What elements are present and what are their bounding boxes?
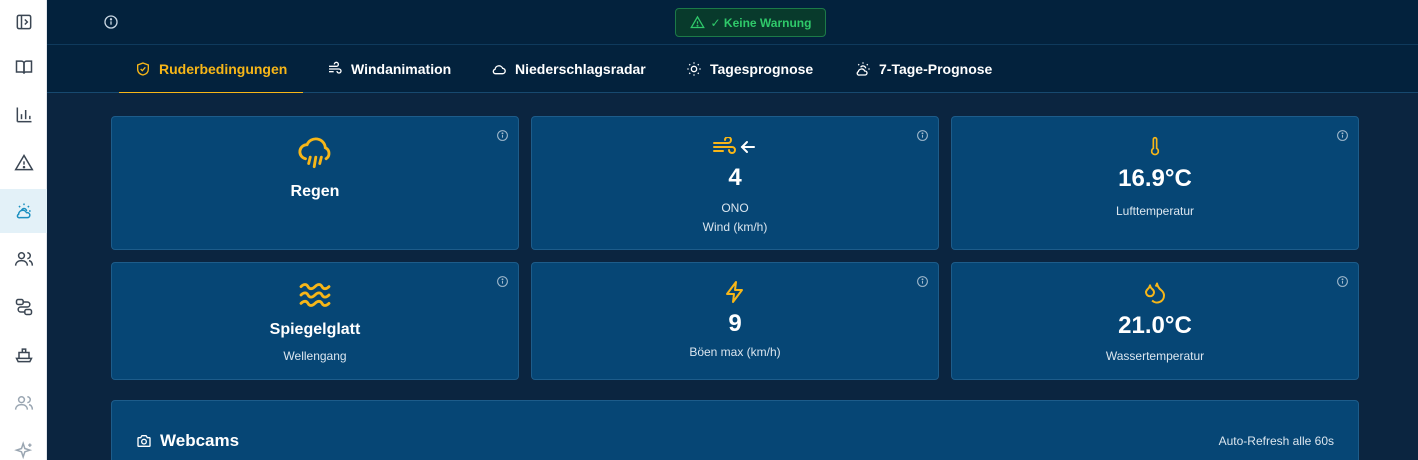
info-icon[interactable] — [1336, 275, 1349, 288]
info-icon[interactable] — [103, 14, 119, 30]
tab-bar: Ruderbedingungen Windanimation Niedersch… — [47, 45, 1418, 94]
tab-label: Windanimation — [351, 60, 452, 77]
camera-icon — [137, 435, 151, 447]
tab-label: Ruderbedingungen — [159, 60, 288, 77]
tab-ruderbedingungen[interactable]: Ruderbedingungen — [118, 45, 304, 94]
tab-7-tage-prognose[interactable]: 7-Tage-Prognose — [855, 45, 992, 92]
sidebar-item-weather[interactable] — [0, 189, 47, 233]
lightning-icon — [726, 281, 743, 303]
route-icon — [15, 298, 32, 316]
waves-label: Wellengang — [283, 349, 347, 363]
webcams-title: Webcams — [136, 431, 239, 451]
info-icon[interactable] — [916, 129, 929, 142]
sidebar-toggle-button[interactable] — [0, 0, 47, 44]
water-temperature-card: 21.0°C Wassertemperatur — [951, 262, 1359, 380]
waves-card: Spiegelglatt Wellengang — [111, 262, 519, 380]
sidebar-item-groups[interactable] — [0, 381, 47, 425]
wind-speed-value: 4 — [728, 164, 742, 191]
bar-chart-icon — [16, 107, 31, 123]
webcams-title-text: Webcams — [160, 431, 240, 450]
webcams-section: Webcams Auto-Refresh alle 60s — [111, 400, 1359, 460]
sidebar-item-ai[interactable] — [0, 429, 47, 460]
tab-windanimation[interactable]: Windanimation — [327, 45, 451, 92]
wind-icon — [329, 61, 342, 74]
sidebar-item-members[interactable] — [0, 237, 47, 281]
sidebar-item-stats[interactable] — [0, 93, 47, 137]
gusts-label: Böen max (km/h) — [689, 345, 781, 359]
top-bar: ✓ Keine Warnung — [47, 0, 1418, 45]
tab-tagesprognose[interactable]: Tagesprognose — [686, 45, 813, 92]
sidebar-item-routes[interactable] — [0, 285, 47, 329]
weather-condition-value: Regen — [290, 183, 340, 200]
info-icon[interactable] — [496, 129, 509, 142]
cloud-icon — [492, 64, 506, 74]
warning-status-label: ✓ Keine Warnung — [710, 15, 812, 30]
warning-status-badge[interactable]: ✓ Keine Warnung — [675, 8, 826, 37]
group-icon — [14, 396, 33, 410]
tab-niederschlagsradar[interactable]: Niederschlagsradar — [491, 45, 646, 92]
info-icon[interactable] — [916, 275, 929, 288]
panel-toggle-icon — [16, 14, 31, 30]
sidebar-item-warnings[interactable] — [0, 141, 47, 185]
water-temperature-label: Wassertemperatur — [1105, 349, 1205, 363]
droplets-icon — [1145, 282, 1166, 304]
warning-icon — [13, 154, 34, 171]
info-icon[interactable] — [1336, 129, 1349, 142]
gusts-value: 9 — [728, 310, 742, 337]
wind-card: 4 ONO Wind (km/h) — [531, 116, 939, 250]
conditions-panel: Regen 4 ONO Wind (km/h) 16.9°C Lufttempe… — [47, 93, 1418, 460]
thermometer-icon — [1150, 136, 1160, 156]
sidebar — [0, 0, 47, 460]
weather-condition-card: Regen — [111, 116, 519, 250]
wind-direction-icon — [713, 137, 755, 154]
wind-unit-label: Wind (km/h) — [702, 220, 768, 234]
sidebar-item-docs[interactable] — [0, 45, 47, 89]
warning-triangle-icon — [689, 15, 705, 29]
tab-label: Tagesprognose — [710, 60, 814, 77]
boat-icon — [14, 348, 33, 363]
gusts-card: 9 Böen max (km/h) — [531, 262, 939, 380]
info-icon[interactable] — [496, 275, 509, 288]
air-temperature-value: 16.9°C — [1118, 165, 1192, 192]
users-icon — [14, 252, 33, 266]
air-temperature-card: 16.9°C Lufttemperatur — [951, 116, 1359, 250]
tab-label: Niederschlagsradar — [515, 60, 646, 77]
waves-icon — [299, 283, 331, 307]
shield-check-icon — [137, 61, 149, 76]
weather-icon — [16, 203, 31, 219]
sidebar-item-boats[interactable] — [0, 333, 47, 377]
waves-value: Spiegelglatt — [269, 321, 361, 338]
water-temperature-value: 21.0°C — [1118, 312, 1192, 339]
cloud-sun-icon — [856, 61, 870, 76]
sparkles-icon — [13, 441, 32, 460]
tab-label: 7-Tage-Prognose — [879, 60, 993, 77]
auto-refresh-label: Auto-Refresh alle 60s — [1218, 434, 1334, 448]
rain-cloud-icon — [298, 137, 331, 169]
sun-icon — [687, 61, 701, 76]
wind-direction-label: ONO — [721, 201, 749, 215]
book-icon — [15, 60, 32, 74]
air-temperature-label: Lufttemperatur — [1115, 204, 1195, 218]
